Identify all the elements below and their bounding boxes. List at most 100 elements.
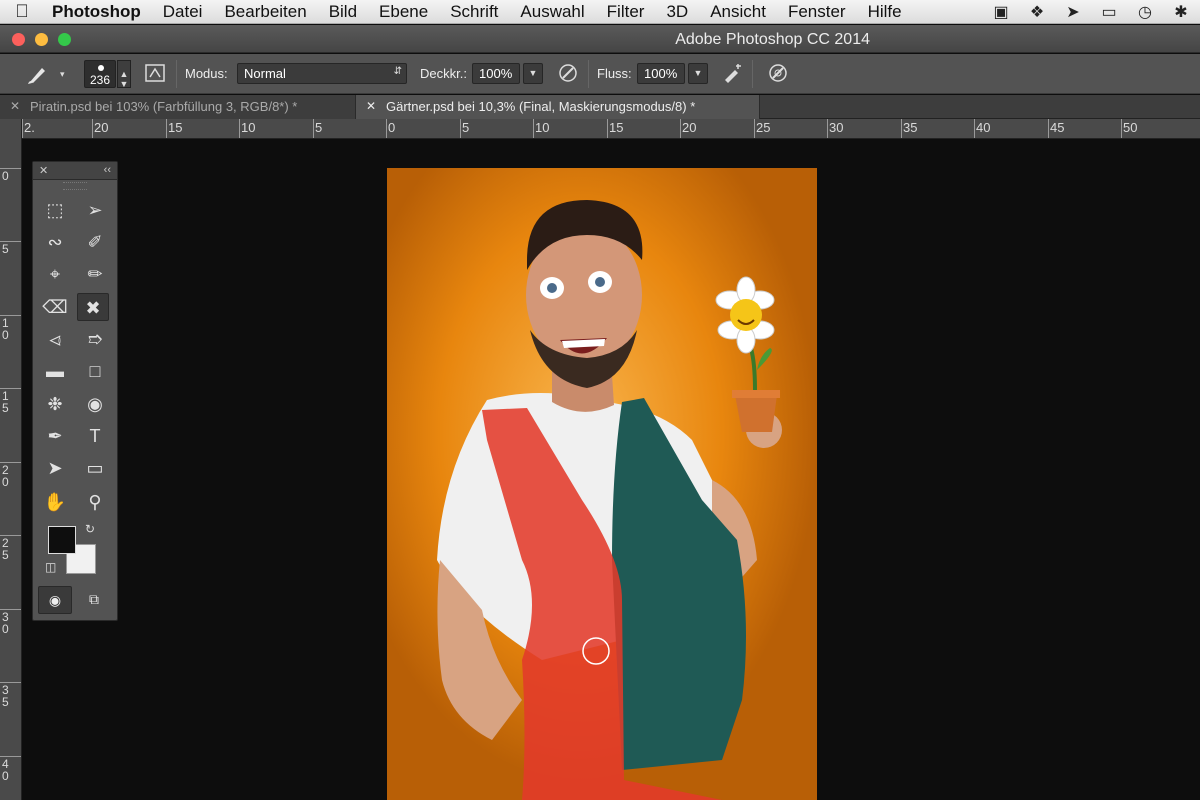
pen-icon[interactable]: ✒ [39,422,71,450]
tools-panel-header[interactable]: ✕ ‹‹ [33,162,117,180]
mode-select[interactable]: Normal ⇵ [237,63,407,84]
screen-mode-icon[interactable]: ⧉ [77,586,111,614]
menu-schrift[interactable]: Schrift [439,2,509,22]
type-icon[interactable]: T [79,422,111,450]
bluetooth-icon[interactable]: ✱ [1170,2,1192,22]
brush-size-preview[interactable]: 236 [84,60,116,88]
airbrush-icon[interactable] [720,62,744,86]
airplay-icon[interactable]: ▭ [1098,2,1120,22]
hub-icon[interactable]: ➤ [1062,2,1084,22]
menu-hilfe[interactable]: Hilfe [857,2,913,22]
ruler-label: 5 [2,242,9,256]
menu-app-name[interactable]: Photoshop [44,2,152,22]
rectangle-marquee-icon[interactable]: ⬚ [39,196,71,224]
ruler-label: 10 [241,120,256,135]
crop-icon[interactable]: ⌖ [39,260,71,288]
opacity-input[interactable]: 100% [472,63,520,84]
gradient-icon[interactable]: □ [79,357,111,385]
canvas-workspace[interactable] [22,140,1200,800]
menu-bild[interactable]: Bild [318,2,368,22]
ruler-label: 30 [2,610,9,636]
ruler-label: 20 [94,120,109,135]
horizontal-ruler[interactable]: 2. 20 15 10 5 0 5 10 15 20 25 30 35 40 4… [22,119,1200,139]
brush-size-dropdown-icon[interactable]: ▲ ▼ [117,60,131,89]
time-machine-icon[interactable]: ◷ [1134,2,1156,22]
ruler-label: 35 [903,120,918,135]
move-icon[interactable]: ➢ [79,196,111,224]
flow-input[interactable]: 100% [637,63,685,84]
mode-label: Modus: [185,66,228,81]
tools-panel: ✕ ‹‹ ⬚ ➢ ∾ ✐ ⌖ ✏ ⌫ ✖ ⏿ ➱ ▬ □ ❉ ◉ ✒ T ➤ ▭… [32,161,118,621]
blur-icon[interactable]: ❉ [39,390,71,418]
brush-preset-icon[interactable] [26,62,56,86]
menu-fenster[interactable]: Fenster [777,2,857,22]
ruler-label: 20 [2,463,9,489]
eyedropper-icon[interactable]: ✏ [79,260,111,288]
tab-gaertner[interactable]: ✕ Gärtner.psd bei 10,3% (Final, Maskieru… [356,95,760,119]
ruler-label: 10 [535,120,550,135]
display-icon[interactable]: ▣ [990,2,1012,22]
path-selection-icon[interactable]: ➤ [39,454,71,482]
ruler-label: 0 [2,169,9,183]
menu-bearbeiten[interactable]: Bearbeiten [213,2,317,22]
dodge-icon[interactable]: ◉ [79,390,111,418]
ruler-label: 10 [2,316,9,342]
hand-icon[interactable]: ✋ [39,488,71,516]
document-canvas[interactable] [22,140,1200,800]
tab-piratin[interactable]: ✕ Piratin.psd bei 103% (Farbfüllung 3, R… [0,95,356,119]
ruler-label: 50 [1123,120,1138,135]
healing-brush-icon[interactable]: ⌫ [39,293,71,321]
menu-ebene[interactable]: Ebene [368,2,439,22]
panel-grip-icon[interactable] [63,182,87,190]
shape-icon[interactable]: ▭ [79,454,111,482]
opacity-dropdown-icon[interactable]: ▼ [523,63,543,84]
brush-preset-caret-icon[interactable]: ▾ [60,69,65,80]
collapse-panel-icon[interactable]: ‹‹ [104,164,111,176]
close-tab-icon[interactable]: ✕ [10,99,20,113]
default-colors-icon[interactable]: ◫ [45,560,56,574]
menu-auswahl[interactable]: Auswahl [509,2,595,22]
tab-title: Gärtner.psd bei 10,3% (Final, Maskierung… [386,99,696,114]
brush-icon[interactable]: ✖ [77,293,109,321]
ruler-label: 5 [315,120,323,135]
menu-filter[interactable]: Filter [596,2,656,22]
ruler-label: 5 [462,120,470,135]
ruler-label: 15 [2,389,9,415]
ruler-label: 40 [2,757,9,783]
ruler-label: 30 [829,120,844,135]
tab-title: Piratin.psd bei 103% (Farbfüllung 3, RGB… [30,99,298,114]
quick-mask-mode-icon[interactable]: ◉ [38,586,72,614]
quick-selection-icon[interactable]: ✐ [79,228,111,256]
opacity-label: Deckkr.: [420,66,467,81]
menu-3d[interactable]: 3D [655,2,699,22]
pressure-opacity-icon[interactable] [556,62,580,86]
window-title-bar: Adobe Photoshop CC 2014 [0,25,1200,53]
eraser-icon[interactable]: ▬ [39,357,71,385]
pressure-size-icon[interactable] [766,62,790,86]
menu-bar:  Photoshop Datei Bearbeiten Bild Ebene … [0,0,1200,24]
history-brush-icon[interactable]: ➱ [79,325,111,353]
ruler-label: 35 [2,683,9,709]
ruler-label: 40 [976,120,991,135]
lasso-icon[interactable]: ∾ [39,228,71,256]
flow-dropdown-icon[interactable]: ▼ [688,63,708,84]
swap-colors-icon[interactable]: ↻ [85,522,95,536]
ruler-label: 15 [609,120,624,135]
ruler-label: 15 [168,120,183,135]
zoom-icon[interactable]: ⚲ [79,488,111,516]
menu-datei[interactable]: Datei [152,2,214,22]
close-tab-icon[interactable]: ✕ [366,99,376,113]
ruler-label: 25 [2,536,9,562]
brush-panel-toggle-icon[interactable] [143,62,167,86]
dropbox-icon[interactable]: ❖ [1026,2,1048,22]
apple-menu-icon[interactable]:  [0,1,44,22]
ruler-label: 45 [1050,120,1065,135]
vertical-ruler[interactable]: 0 5 10 15 20 25 30 35 40 [0,119,22,800]
ruler-label: 0 [388,120,396,135]
foreground-color-swatch[interactable] [48,526,76,554]
close-panel-icon[interactable]: ✕ [39,164,48,177]
window-title: Adobe Photoshop CC 2014 [675,31,870,48]
menu-ansicht[interactable]: Ansicht [699,2,777,22]
clone-stamp-icon[interactable]: ⏿ [39,325,71,353]
options-bar: ▾ 236 ▲ ▼ Modus: Normal ⇵ Deckkr.: 100% ▼… [0,54,1200,94]
